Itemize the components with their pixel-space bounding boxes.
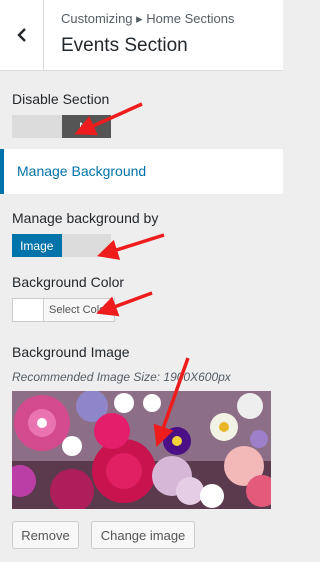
- breadcrumb: Customizing ▸ Home Sections: [61, 11, 235, 26]
- toggle-no-option[interactable]: No: [61, 115, 111, 138]
- disable-section-label: Disable Section: [12, 91, 110, 107]
- manage-background-by-label: Manage background by: [12, 210, 159, 226]
- background-image-label: Background Image: [12, 344, 130, 360]
- select-color-label: Select Color: [49, 304, 109, 316]
- manage-background-label: Manage Background: [17, 163, 147, 179]
- chevron-left-icon: [16, 28, 26, 42]
- background-color-label: Background Color: [12, 274, 125, 290]
- flowers-image: [12, 391, 271, 509]
- manage-background-panel[interactable]: Manage Background: [0, 149, 283, 194]
- toggle-image-option[interactable]: Image: [12, 234, 62, 257]
- toggle-color-option[interactable]: [61, 234, 111, 257]
- background-image-preview[interactable]: [12, 391, 271, 509]
- back-button[interactable]: [0, 0, 44, 70]
- recommended-size-text: Recommended Image Size: 1900X600px: [12, 370, 231, 384]
- customizer-header: Customizing ▸ Home Sections Events Secti…: [0, 0, 283, 71]
- toggle-yes-option[interactable]: [12, 115, 62, 138]
- color-swatch[interactable]: [13, 299, 44, 321]
- arrow-icon: [96, 233, 165, 260]
- select-color-button[interactable]: Select Color: [12, 298, 115, 322]
- manage-background-by-toggle[interactable]: Image: [12, 234, 111, 257]
- remove-image-button[interactable]: Remove: [12, 521, 79, 549]
- page-title: Events Section: [61, 35, 188, 56]
- disable-section-toggle[interactable]: No: [12, 115, 111, 138]
- change-image-button[interactable]: Change image: [91, 521, 195, 549]
